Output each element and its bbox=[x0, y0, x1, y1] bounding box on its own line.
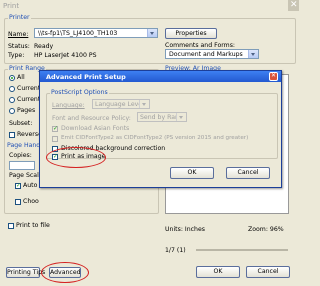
radio-current-page-label: Current bbox=[17, 96, 41, 103]
reverse-checkbox[interactable] bbox=[9, 132, 15, 138]
copies-label: Copies: bbox=[9, 152, 32, 159]
download-asian-fonts-checkbox[interactable] bbox=[52, 125, 58, 132]
page-scaling-label: Page Scali bbox=[9, 172, 41, 179]
close-window-button[interactable]: ✕ bbox=[288, 0, 299, 11]
radio-current-view[interactable] bbox=[9, 86, 15, 92]
comments-select[interactable]: Document and Markups bbox=[165, 49, 259, 59]
language-label: Language: bbox=[52, 102, 85, 109]
cancel-button[interactable]: Cancel bbox=[246, 266, 290, 278]
postscript-options-label: PostScript Options bbox=[50, 89, 109, 96]
page-slider[interactable] bbox=[196, 249, 288, 251]
close-icon: ✕ bbox=[290, 0, 298, 10]
comments-label: Comments and Forms: bbox=[165, 42, 236, 49]
dialog-title: Advanced Print Setup bbox=[46, 73, 126, 81]
advanced-print-setup-dialog: Advanced Print Setup ✕ PostScript Option… bbox=[39, 70, 282, 188]
properties-button[interactable]: Properties bbox=[165, 28, 217, 39]
dialog-title-bar: Advanced Print Setup ✕ bbox=[40, 71, 281, 82]
font-policy-label: Font and Resource Policy: bbox=[52, 115, 131, 122]
download-asian-fonts-label: Download Asian Fonts bbox=[61, 125, 130, 132]
dialog-close-button[interactable]: ✕ bbox=[269, 72, 278, 81]
chevron-down-icon bbox=[248, 50, 258, 58]
radio-current-page[interactable] bbox=[9, 97, 15, 103]
language-select[interactable]: Language Level 3 bbox=[92, 99, 150, 109]
chevron-down-icon bbox=[147, 29, 157, 37]
dialog-cancel-button[interactable]: Cancel bbox=[226, 167, 270, 179]
status-label: Status: bbox=[8, 43, 30, 50]
print-to-file-checkbox[interactable] bbox=[8, 223, 14, 229]
subset-label: Subset: bbox=[9, 120, 33, 127]
zoom-label: Zoom: 96% bbox=[248, 226, 284, 233]
printer-group-label: Printer bbox=[8, 14, 31, 21]
copies-input[interactable] bbox=[9, 161, 35, 170]
emit-cid-checkbox[interactable] bbox=[52, 136, 58, 142]
choose-paper-checkbox[interactable] bbox=[15, 199, 21, 205]
choose-paper-label: Choo bbox=[23, 198, 39, 205]
printing-tips-button[interactable]: Printing Tips bbox=[6, 267, 45, 278]
auto-rotate-checkbox[interactable] bbox=[15, 182, 21, 189]
radio-all[interactable] bbox=[9, 75, 15, 81]
type-value: HP LaserJet 4100 PS bbox=[34, 52, 97, 59]
window-title: Print bbox=[3, 2, 20, 10]
dialog-ok-button[interactable]: OK bbox=[170, 167, 214, 179]
close-icon: ✕ bbox=[271, 72, 277, 79]
printer-name-label: Name: bbox=[8, 31, 29, 38]
print-as-image-highlight-ring bbox=[46, 147, 106, 168]
print-to-file-label: Print to file bbox=[16, 222, 50, 229]
status-value: Ready bbox=[34, 43, 54, 50]
printer-name-select[interactable]: \\ts-fp1\TS_LJ4100_TH103 bbox=[34, 28, 158, 38]
chevron-down-icon bbox=[176, 113, 186, 121]
page-handling-label: Page Handl bbox=[6, 142, 43, 149]
page-count-label: 1/7 (1) bbox=[165, 247, 186, 254]
chevron-down-icon bbox=[139, 100, 149, 108]
radio-pages-label: Pages bbox=[17, 107, 36, 114]
auto-rotate-label: Auto bbox=[23, 182, 38, 189]
units-label: Units: Inches bbox=[165, 226, 205, 233]
type-label: Type: bbox=[8, 52, 25, 59]
radio-all-label: All bbox=[17, 74, 25, 81]
advanced-highlight-ring bbox=[41, 262, 89, 283]
radio-current-view-label: Current bbox=[17, 85, 41, 92]
ok-button[interactable]: OK bbox=[196, 266, 240, 278]
font-policy-select[interactable]: Send by Range bbox=[137, 112, 187, 122]
print-title-bar: Print ✕ bbox=[0, 0, 300, 11]
emit-cid-label: Emit CIDFontType2 as CIDFontType2 (PS ve… bbox=[61, 135, 249, 141]
radio-pages[interactable] bbox=[9, 108, 15, 114]
